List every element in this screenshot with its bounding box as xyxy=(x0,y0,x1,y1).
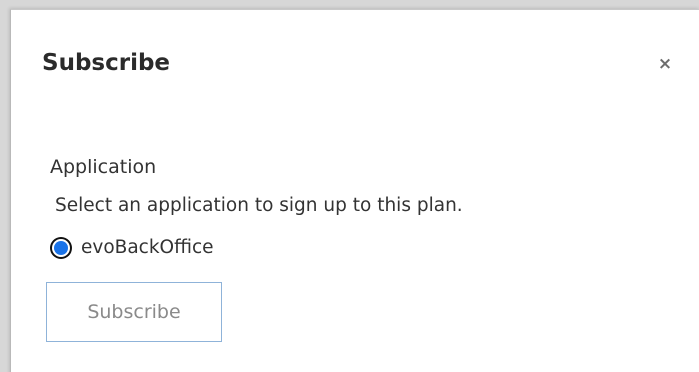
page-backdrop: Subscribe × Application Select an applic… xyxy=(0,0,699,372)
radio-dot xyxy=(54,241,68,255)
radio-ring xyxy=(52,239,70,257)
subscribe-dialog: Subscribe × Application Select an applic… xyxy=(10,9,699,372)
application-help-text: Select an application to sign up to this… xyxy=(55,195,463,216)
subscribe-button[interactable]: Subscribe xyxy=(46,282,222,342)
application-option-label: evoBackOffice xyxy=(81,237,214,258)
dialog-title: Subscribe xyxy=(42,50,171,76)
application-option-evobackoffice[interactable]: evoBackOffice xyxy=(50,235,214,261)
close-icon[interactable]: × xyxy=(655,54,675,74)
application-section-label: Application xyxy=(50,156,157,178)
radio-button-selected[interactable] xyxy=(50,237,72,259)
